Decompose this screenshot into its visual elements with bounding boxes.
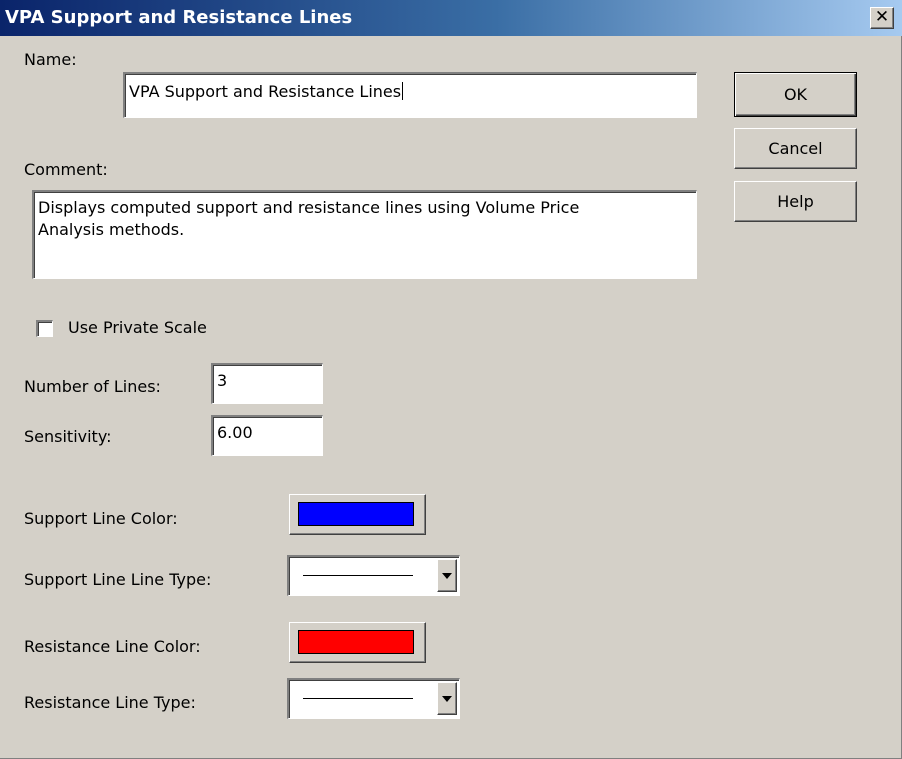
resistance-line-sample	[303, 698, 413, 699]
name-input[interactable]: VPA Support and Resistance Lines	[123, 72, 697, 118]
sensitivity-value: 6.00	[217, 423, 253, 442]
number-of-lines-value: 3	[217, 371, 228, 390]
chevron-down-icon[interactable]	[437, 559, 457, 592]
support-color-label: Support Line Color:	[24, 509, 178, 528]
title-bar[interactable]: VPA Support and Resistance Lines ✕	[0, 0, 902, 36]
resistance-color-button[interactable]	[289, 622, 426, 663]
comment-textarea[interactable]: Displays computed support and resistance…	[32, 190, 697, 279]
ok-button[interactable]: OK	[734, 72, 857, 117]
cancel-button[interactable]: Cancel	[734, 128, 857, 169]
name-label: Name:	[24, 50, 77, 69]
help-button[interactable]: Help	[734, 181, 857, 222]
resistance-color-swatch	[298, 630, 414, 654]
comment-line: Displays computed support and resistance…	[38, 198, 580, 217]
chevron-down-icon[interactable]	[437, 682, 457, 715]
support-type-label: Support Line Line Type:	[24, 570, 212, 589]
comment-label: Comment:	[24, 160, 108, 179]
dialog-window: VPA Support and Resistance Lines ✕ Name:…	[0, 0, 902, 759]
resistance-type-label: Resistance Line Type:	[24, 693, 196, 712]
number-of-lines-label: Number of Lines:	[24, 377, 161, 396]
close-icon: ✕	[874, 7, 890, 27]
close-button[interactable]: ✕	[870, 7, 894, 29]
private-scale-label: Use Private Scale	[68, 318, 207, 337]
number-of-lines-input[interactable]: 3	[211, 363, 323, 404]
sensitivity-label: Sensitivity:	[24, 427, 112, 446]
support-line-sample	[303, 575, 413, 576]
support-color-swatch	[298, 502, 414, 526]
text-caret	[402, 82, 404, 100]
support-type-select[interactable]	[287, 555, 460, 596]
resistance-type-select[interactable]	[287, 678, 460, 719]
resistance-color-label: Resistance Line Color:	[24, 637, 201, 656]
window-title: VPA Support and Resistance Lines	[5, 7, 353, 28]
name-value: VPA Support and Resistance Lines	[129, 82, 402, 101]
support-color-button[interactable]	[289, 494, 426, 535]
sensitivity-input[interactable]: 6.00	[211, 415, 323, 456]
private-scale-checkbox[interactable]	[36, 320, 53, 337]
comment-line: Analysis methods.	[38, 220, 185, 239]
